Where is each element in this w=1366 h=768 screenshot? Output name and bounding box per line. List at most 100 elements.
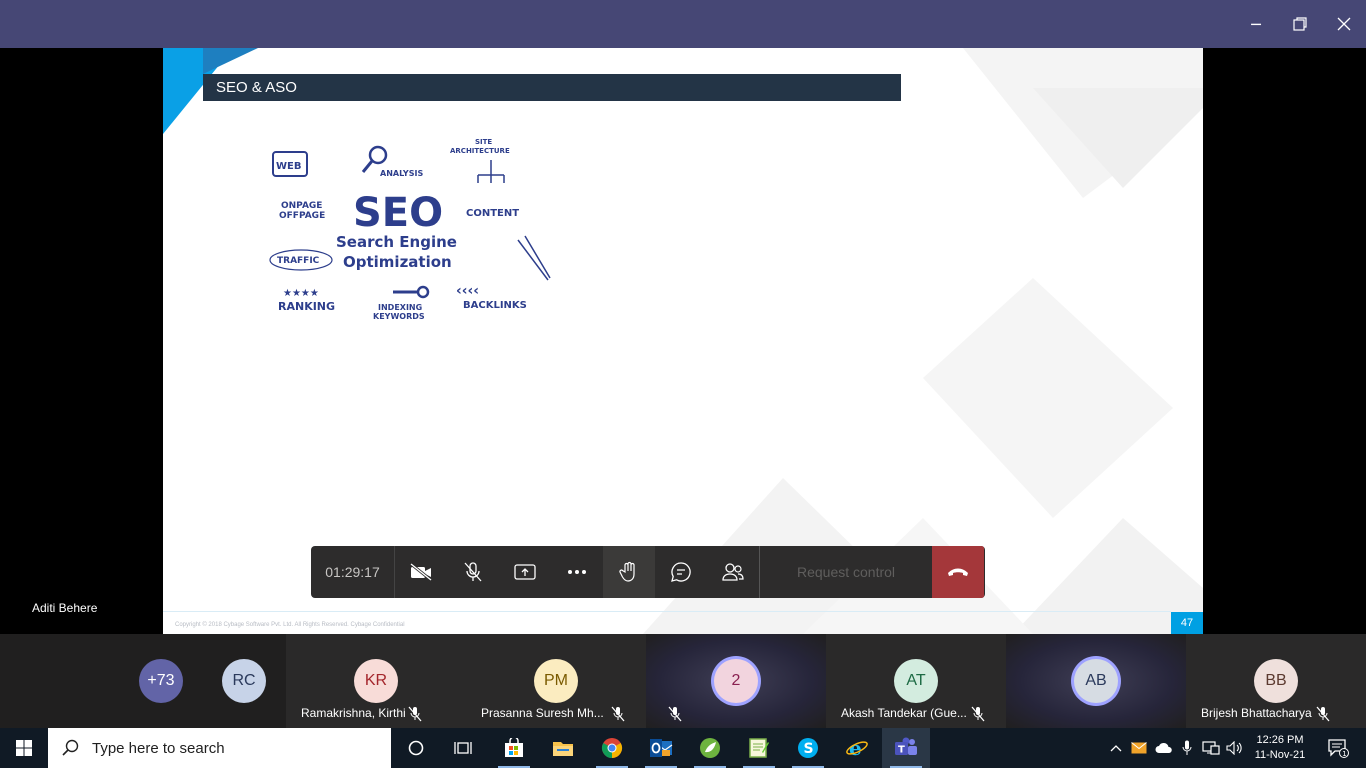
seo-arrows: ‹‹‹‹ [456,283,479,299]
tray-mic-button[interactable] [1178,728,1196,768]
tray-overflow-button[interactable] [1106,728,1126,768]
store-icon [505,738,523,757]
raise-hand-icon [619,561,635,582]
meeting-controls: 01:29:17 Request control [311,546,985,598]
start-button[interactable] [0,728,48,768]
more-actions-button[interactable] [551,546,603,598]
cortana-button[interactable] [394,728,438,768]
more-icon [568,570,586,574]
search-icon [62,739,79,756]
seo-offpage-label: OFFPAGE [279,211,325,221]
slide-page-number: 47 [1171,612,1203,634]
camera-toggle-button[interactable] [395,546,447,598]
participant-name: Ramakrishna, Kirthi [301,706,406,720]
participant-tile-bb[interactable]: BB Brijesh Bhattacharya [1186,634,1366,728]
seo-traffic-label: TRAFFIC [277,256,320,266]
presenter-name: Aditi Behere [32,601,98,615]
notification-count: 1 [1342,750,1346,758]
mail-icon [1131,742,1147,754]
avatar: PM [534,659,578,703]
mic-off-icon [408,706,422,722]
seo-stars: ★★★★ [283,288,319,299]
participant-name: Akash Tandekar (Gue... [841,706,967,720]
seo-content-label: CONTENT [466,208,519,219]
participant-tile-kr[interactable]: KR Ramakrishna, Kirthi [286,634,466,728]
internet-explorer-app-button[interactable]: e [833,728,881,768]
overflow-participants-avatar[interactable]: +73 [139,659,183,703]
notepad-plus-app-button[interactable] [735,728,783,768]
seo-analysis-label: ANALYSIS [380,169,423,178]
minimize-button[interactable]: ─ [1234,0,1278,48]
svg-text:T: T [898,745,905,756]
close-icon [1337,17,1351,31]
chat-button[interactable] [655,546,707,598]
tray-network-button[interactable] [1200,728,1222,768]
side-panel-controls [655,546,759,598]
mic-off-icon [971,706,985,722]
seo-keywords-label: KEYWORDS [373,312,425,321]
participants-button[interactable] [707,546,759,598]
cloud-icon [1155,742,1172,753]
spring-app-button[interactable] [686,728,734,768]
taskbar-search-input[interactable]: Type here to search [48,728,391,768]
windows-logo-icon [16,740,32,756]
meeting-timer: 01:29:17 [311,546,395,598]
participant-name: Brijesh Bhattacharya [1201,706,1312,720]
store-app-button[interactable] [490,728,538,768]
mic-off-icon [464,562,482,582]
task-view-button[interactable] [441,728,485,768]
mic-off-icon [611,706,625,722]
outlook-icon [650,739,673,757]
file-explorer-app-button[interactable] [539,728,587,768]
tray-onedrive-button[interactable] [1152,728,1176,768]
network-icon [1202,741,1220,755]
search-placeholder: Type here to search [92,739,225,757]
request-control-button[interactable]: Request control [760,546,932,598]
tray-clock[interactable]: 12:26 PM 11-Nov-21 [1248,728,1312,768]
file-explorer-icon [553,742,573,756]
seo-ranking-label: RANKING [278,300,335,313]
clock-time: 12:26 PM [1256,734,1304,746]
teams-app-button[interactable]: T [882,728,930,768]
seo-main-label: SEO [353,190,443,236]
mic-off-icon [1316,706,1330,722]
avatar: KR [354,659,398,703]
av-controls [395,546,603,598]
participants-icon [722,563,744,581]
seo-web-label: WEB [276,161,301,172]
restore-button[interactable] [1278,0,1322,48]
chrome-icon [601,738,623,759]
participant-tile-ab[interactable]: AB [1006,634,1186,728]
teams-icon: T [895,737,917,756]
action-center-button[interactable]: 1 [1318,728,1358,768]
participant-tile-2[interactable]: 2 [646,634,826,728]
restore-icon [1293,17,1307,31]
title-bar: ─ [0,0,1366,48]
mic-toggle-button[interactable] [447,546,499,598]
task-view-icon [454,742,472,754]
chat-icon [671,562,691,582]
participant-strip: +73 RC KR Ramakrishna, Kirthi PM Prasann… [0,634,1366,728]
raise-hand-button[interactable] [603,546,655,598]
close-button[interactable] [1322,0,1366,48]
tray-volume-button[interactable] [1224,728,1246,768]
slide-title: SEO & ASO [203,74,901,101]
participant-tile-at[interactable]: AT Akash Tandekar (Gue... [826,634,1006,728]
hang-up-icon [948,568,968,576]
tray-mail-button[interactable] [1128,728,1150,768]
share-screen-button[interactable] [499,546,551,598]
participant-tile-pm[interactable]: PM Prasanna Suresh Mh... [466,634,646,728]
avatar: 2 [714,659,758,703]
chrome-app-button[interactable] [588,728,636,768]
hang-up-button[interactable] [932,546,984,598]
microphone-icon [1182,740,1192,755]
slide-copyright: Copyright © 2018 Cybage Software Pvt. Lt… [175,622,405,628]
outlook-app-button[interactable] [637,728,685,768]
participant-avatar-rc[interactable]: RC [222,659,266,703]
skype-app-button[interactable]: S [784,728,832,768]
slide-footer-line [163,611,1171,612]
spring-icon [700,738,720,758]
volume-icon [1226,741,1242,755]
svg-text:S: S [804,741,814,757]
seo-site-label: SITE [475,138,492,146]
